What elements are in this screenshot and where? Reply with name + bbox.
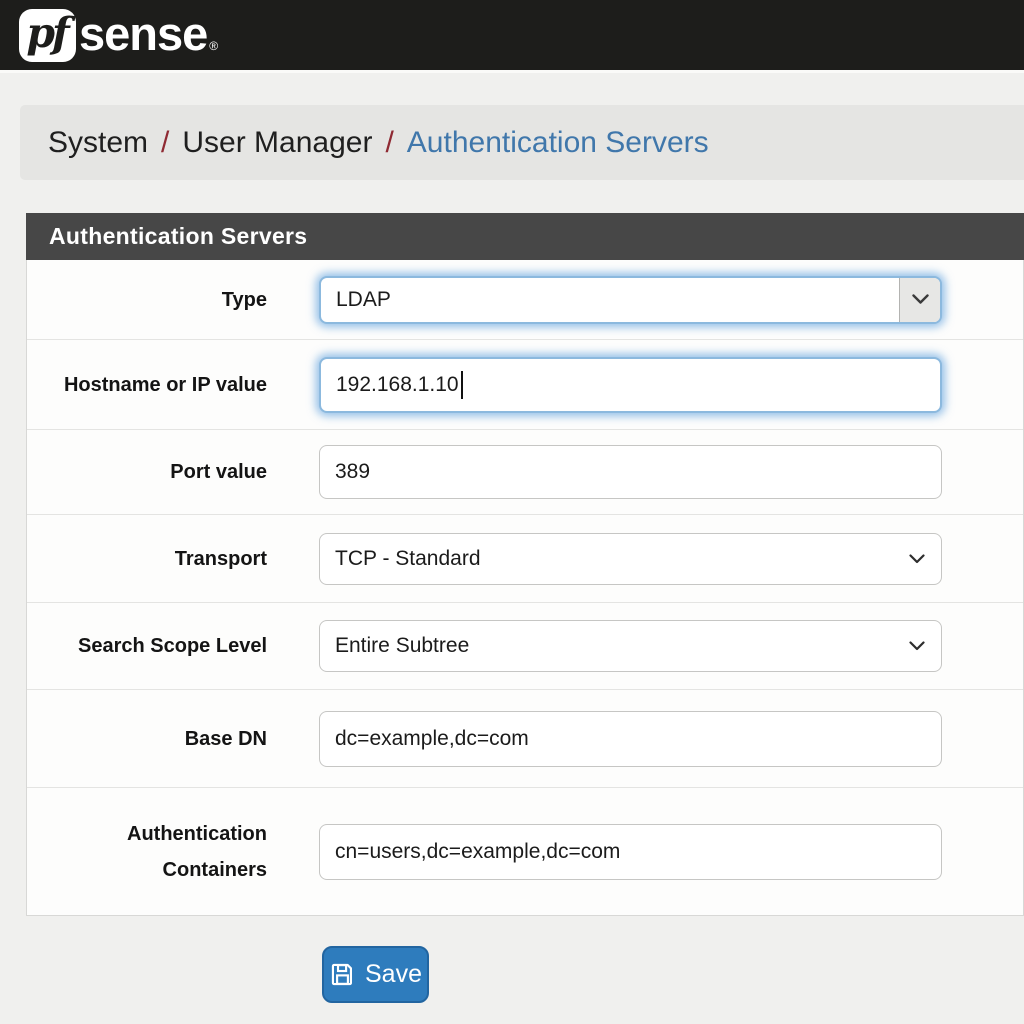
floppy-disk-icon: [329, 961, 356, 988]
pfsense-logo-mark: pf: [19, 9, 76, 62]
breadcrumb-separator: /: [161, 126, 169, 160]
form-row-base-dn: Base DN dc=example,dc=com: [27, 690, 1023, 788]
form-row-search-scope: Search Scope Level Entire Subtree: [27, 603, 1023, 690]
pfsense-logo-sense: sense: [79, 6, 207, 61]
type-select[interactable]: LDAP: [319, 276, 942, 324]
hostname-input-value: 192.168.1.10: [336, 373, 459, 397]
registered-trademark-mark: ®: [209, 39, 218, 53]
port-input-value: 389: [335, 460, 370, 484]
save-button-label: Save: [365, 960, 422, 989]
form-row-hostname: Hostname or IP value 192.168.1.10: [27, 340, 1023, 430]
type-label: Type: [27, 282, 267, 318]
chevron-down-icon: [909, 554, 925, 564]
hostname-input[interactable]: 192.168.1.10: [319, 357, 942, 413]
search-scope-label: Search Scope Level: [27, 628, 267, 664]
breadcrumb-item-authentication-servers[interactable]: Authentication Servers: [407, 126, 709, 160]
panel-title: Authentication Servers: [49, 223, 307, 250]
transport-select[interactable]: TCP - Standard: [319, 533, 942, 585]
panel-header: Authentication Servers: [26, 213, 1024, 260]
transport-select-value: TCP - Standard: [335, 547, 481, 571]
breadcrumb: System / User Manager / Authentication S…: [20, 105, 1024, 180]
chevron-down-icon: [899, 278, 940, 322]
base-dn-input-value: dc=example,dc=com: [335, 727, 529, 751]
breadcrumb-item-user-manager[interactable]: User Manager: [182, 126, 372, 160]
type-select-value: LDAP: [336, 288, 391, 312]
port-input[interactable]: 389: [319, 445, 942, 499]
panel-body: Type LDAP Hostname or IP value 192.168.1…: [26, 260, 1024, 916]
form-actions: Save: [322, 946, 1024, 1003]
breadcrumb-item-system[interactable]: System: [48, 126, 148, 160]
search-scope-select-value: Entire Subtree: [335, 634, 469, 658]
transport-label: Transport: [27, 541, 267, 577]
search-scope-select[interactable]: Entire Subtree: [319, 620, 942, 672]
base-dn-label: Base DN: [27, 721, 267, 757]
authentication-containers-input-value: cn=users,dc=example,dc=com: [335, 840, 620, 864]
form-row-type: Type LDAP: [27, 260, 1023, 340]
breadcrumb-separator: /: [385, 126, 393, 160]
base-dn-input[interactable]: dc=example,dc=com: [319, 711, 942, 767]
authentication-containers-label: Authentication Containers: [27, 816, 267, 888]
hostname-label: Hostname or IP value: [27, 367, 267, 403]
pfsense-logo[interactable]: pf sense ®: [19, 8, 218, 63]
authentication-servers-panel: Authentication Servers Type LDAP Hostnam…: [26, 213, 1024, 916]
form-row-transport: Transport TCP - Standard: [27, 515, 1023, 603]
text-cursor: [461, 371, 463, 399]
chevron-down-icon: [909, 641, 925, 651]
form-row-authentication-containers: Authentication Containers cn=users,dc=ex…: [27, 788, 1023, 915]
pfsense-logo-pf: pf: [26, 9, 66, 57]
save-button[interactable]: Save: [322, 946, 429, 1003]
topbar: pf sense ®: [0, 0, 1024, 73]
port-label: Port value: [27, 454, 267, 490]
form-row-port: Port value 389: [27, 430, 1023, 515]
authentication-containers-input[interactable]: cn=users,dc=example,dc=com: [319, 824, 942, 880]
